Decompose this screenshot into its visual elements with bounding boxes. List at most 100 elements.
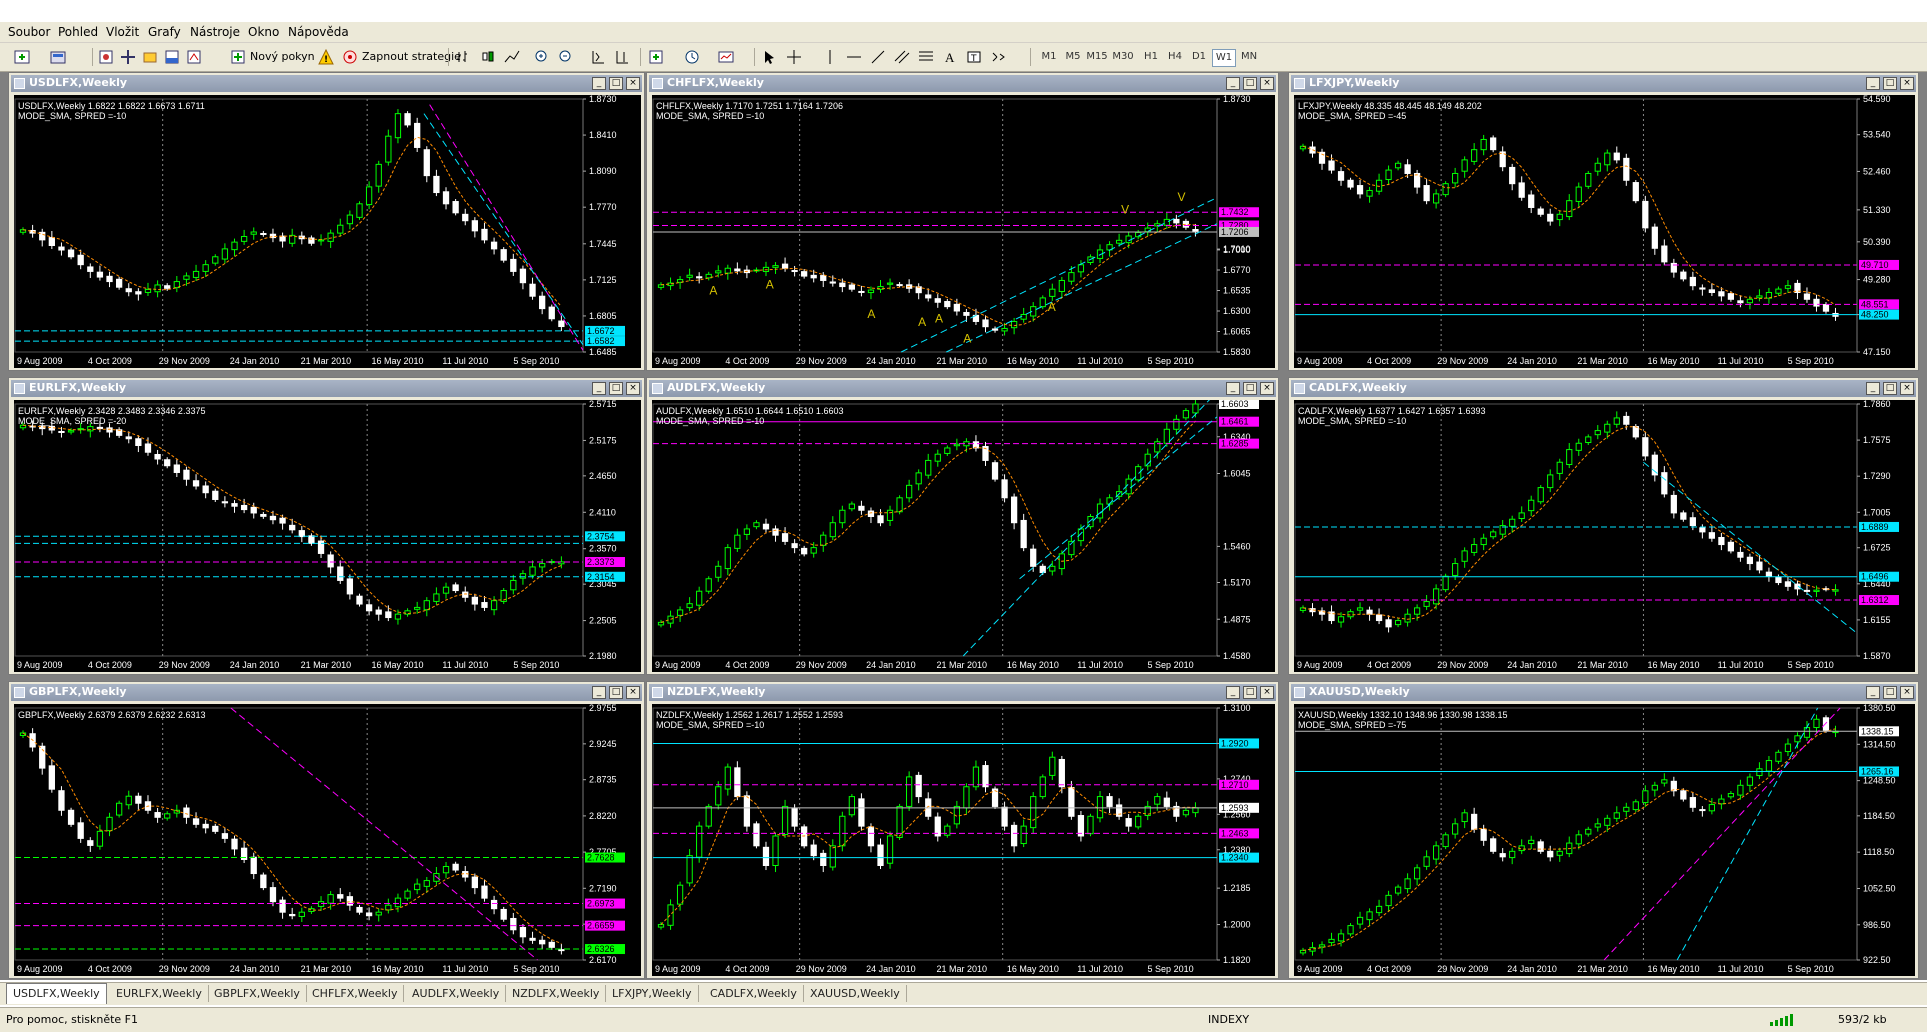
menu-insert[interactable]: Vložit: [106, 25, 139, 39]
channel-icon[interactable]: [894, 49, 910, 65]
chart-window[interactable]: USDLFX,Weekly _ □ × 1.8730 1.8410 1.8090 1.7770…: [8, 72, 645, 371]
price-chart[interactable]: 2.57152.51752.46502.41102.35702.30452.25…: [14, 400, 641, 672]
price-chart[interactable]: 1.31001.29201.27401.25601.23801.21851.20…: [652, 704, 1275, 976]
cursor-icon[interactable]: [762, 49, 778, 65]
chart-window[interactable]: GBPLFX,Weekly _ □ × 2.9755 2.9245 2.8735 2.8220…: [8, 681, 645, 979]
new-order-button[interactable]: Nový pokyn: [250, 47, 315, 67]
profiles-icon[interactable]: [50, 49, 66, 65]
chart-window[interactable]: NZDLFX,Weekly_□× 1.31001.29201.27401.2560…: [646, 681, 1279, 979]
line-chart-icon[interactable]: [504, 49, 520, 65]
price-chart[interactable]: 1.66031.63401.60451.54601.51701.48751.45…: [652, 400, 1275, 672]
chart-window[interactable]: EURLFX,Weekly _ □ × 2.5715 2.5175 2.4650 2.4110…: [8, 377, 645, 675]
navigator-icon[interactable]: [142, 49, 158, 65]
tf-mn[interactable]: MN: [1238, 49, 1260, 65]
close-icon[interactable]: ×: [1900, 382, 1914, 395]
auto-scroll-icon[interactable]: [590, 49, 606, 65]
chart-window[interactable]: AUDLFX,Weekly_□× 1.66031.63401.60451.5460…: [646, 377, 1279, 675]
candlesticks-icon[interactable]: [480, 49, 496, 65]
close-icon[interactable]: ×: [1260, 686, 1274, 699]
maximize-icon[interactable]: □: [1243, 686, 1257, 699]
chart-window[interactable]: LFXJPY,Weekly _ □ × 54.590 53.540 52.460 51.330…: [1288, 72, 1919, 371]
new-order-icon[interactable]: [230, 49, 246, 65]
tf-h1[interactable]: H1: [1140, 49, 1162, 65]
tab-xauusd[interactable]: XAUUSD,Weekly: [804, 985, 907, 1002]
minimize-icon[interactable]: _: [1866, 686, 1880, 699]
vertical-line-icon[interactable]: [822, 49, 838, 65]
market-watch-icon[interactable]: [98, 49, 114, 65]
minimize-icon[interactable]: _: [592, 686, 606, 699]
metaeditor-icon[interactable]: !: [318, 49, 334, 65]
minimize-icon[interactable]: _: [1866, 382, 1880, 395]
chart-window-titlebar[interactable]: AUDLFX,Weekly _ □ ×: [649, 380, 1276, 397]
indicators-icon[interactable]: [648, 49, 664, 65]
enable-strategies-button[interactable]: Zapnout strategie: [362, 47, 461, 67]
templates-icon[interactable]: [718, 49, 734, 65]
arrows-icon[interactable]: [990, 49, 1006, 65]
periods-icon[interactable]: [684, 49, 700, 65]
chart-shift-icon[interactable]: [614, 49, 630, 65]
maximize-icon[interactable]: □: [1243, 77, 1257, 90]
crosshair-icon[interactable]: [786, 49, 802, 65]
zoom-out-icon[interactable]: [558, 49, 574, 65]
tf-m5[interactable]: M5: [1062, 49, 1084, 65]
chart-window-titlebar[interactable]: XAUUSD,Weekly _ □ ×: [1291, 684, 1916, 701]
data-window-icon[interactable]: [120, 49, 136, 65]
minimize-icon[interactable]: _: [1866, 77, 1880, 90]
maximize-icon[interactable]: □: [1883, 77, 1897, 90]
minimize-icon[interactable]: _: [592, 77, 606, 90]
menu-view[interactable]: Pohled: [58, 25, 98, 39]
tf-w1[interactable]: W1: [1212, 49, 1236, 67]
close-icon[interactable]: ×: [626, 77, 640, 90]
chart-window-titlebar[interactable]: EURLFX,Weekly _ □ ×: [11, 380, 642, 397]
chart-window-titlebar[interactable]: CHFLFX,Weekly _ □ ×: [649, 75, 1276, 92]
close-icon[interactable]: ×: [1900, 77, 1914, 90]
new-chart-icon[interactable]: [14, 49, 30, 65]
price-chart[interactable]: 1380.50 1314.50 1248.50 1184.50 1118.50 1052.…: [1294, 704, 1915, 976]
chart-window-titlebar[interactable]: LFXJPY,Weekly _ □ ×: [1291, 75, 1916, 92]
menu-file[interactable]: Soubor: [8, 25, 50, 39]
tab-audlfx[interactable]: AUDLFX,Weekly: [406, 985, 507, 1002]
close-icon[interactable]: ×: [626, 686, 640, 699]
tf-d1[interactable]: D1: [1188, 49, 1210, 65]
maximize-icon[interactable]: □: [1243, 382, 1257, 395]
minimize-icon[interactable]: _: [1226, 77, 1240, 90]
maximize-icon[interactable]: □: [609, 382, 623, 395]
tab-eurlfx[interactable]: EURLFX,Weekly: [110, 985, 209, 1002]
tf-h4[interactable]: H4: [1164, 49, 1186, 65]
menu-tools[interactable]: Nástroje: [190, 25, 240, 39]
terminal-icon[interactable]: [164, 49, 180, 65]
close-icon[interactable]: ×: [1900, 686, 1914, 699]
chart-window-titlebar[interactable]: USDLFX,Weekly _ □ ×: [11, 75, 642, 92]
menu-charts[interactable]: Grafy: [148, 25, 181, 39]
tab-nzdlfx[interactable]: NZDLFX,Weekly: [506, 985, 607, 1002]
zoom-in-icon[interactable]: [534, 49, 550, 65]
chart-window[interactable]: CADLFX,Weekly _ □ × 1.7860 1.7575 1.7290 1.7005…: [1288, 377, 1919, 675]
menu-help[interactable]: Nápověda: [288, 25, 349, 39]
trendline-icon[interactable]: [870, 49, 886, 65]
price-chart[interactable]: 54.590 53.540 52.460 51.330 50.390 49.280 48.2…: [1294, 95, 1915, 368]
horizontal-line-icon[interactable]: [846, 49, 862, 65]
price-chart[interactable]: 1.87301.70001.70101.67701.65351.63001.60…: [652, 95, 1275, 368]
tf-m30[interactable]: M30: [1112, 49, 1134, 65]
tester-icon[interactable]: [186, 49, 202, 65]
price-chart[interactable]: 2.97552.92452.87352.82202.77052.71902.66…: [14, 704, 641, 976]
chart-window[interactable]: CHFLFX,Weekly _ □ × 1.8730 1.7000 1.7010 1.6770…: [646, 72, 1279, 371]
maximize-icon[interactable]: □: [1883, 686, 1897, 699]
tab-usdlfx[interactable]: USDLFX,Weekly: [6, 983, 107, 1004]
maximize-icon[interactable]: □: [609, 77, 623, 90]
minimize-icon[interactable]: _: [1226, 686, 1240, 699]
tf-m15[interactable]: M15: [1086, 49, 1108, 65]
price-chart[interactable]: 1.78601.75751.72901.70051.67251.64401.61…: [1294, 400, 1915, 672]
close-icon[interactable]: ×: [1260, 77, 1274, 90]
text-icon[interactable]: A: [942, 49, 958, 65]
close-icon[interactable]: ×: [1260, 382, 1274, 395]
tab-gbplfx[interactable]: GBPLFX,Weekly: [208, 985, 307, 1002]
chart-window[interactable]: XAUUSD,Weekly _ □ × 1380.50 1314.50 1248.50 118…: [1288, 681, 1919, 979]
maximize-icon[interactable]: □: [1883, 382, 1897, 395]
expert-advisors-icon[interactable]: [342, 49, 358, 65]
fibonacci-icon[interactable]: [918, 49, 934, 65]
chart-window-titlebar[interactable]: NZDLFX,Weekly _ □ ×: [649, 684, 1276, 701]
minimize-icon[interactable]: _: [1226, 382, 1240, 395]
close-icon[interactable]: ×: [626, 382, 640, 395]
tab-lfxjpy[interactable]: LFXJPY,Weekly: [606, 985, 699, 1002]
